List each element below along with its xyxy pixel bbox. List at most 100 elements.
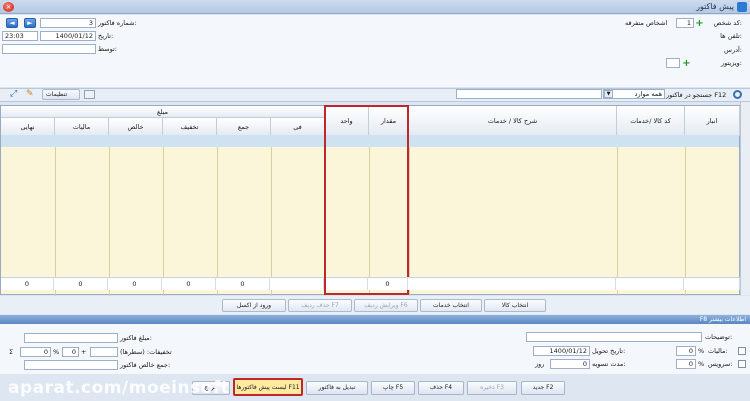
person-code-label: کد شخص:: [713, 19, 742, 27]
tax-checkbox[interactable]: [738, 347, 746, 355]
col-line: [55, 136, 56, 296]
col-line: [109, 136, 110, 296]
header-warehouse[interactable]: انبار: [685, 106, 740, 136]
more-info-header[interactable]: F8 اطلاعات بیشتر: [0, 315, 750, 324]
convert-label: تبدیل به فاکتور: [318, 384, 356, 391]
search-label: جستجو در فاکتور F12: [666, 91, 727, 99]
save-button[interactable]: ذخیره F3: [467, 381, 517, 395]
visitor-input[interactable]: [666, 58, 680, 68]
convert-to-invoice-button[interactable]: تبدیل به فاکتور: [306, 381, 368, 395]
select-goods-label: انتخاب کالا: [501, 302, 529, 309]
message-icon[interactable]: [84, 90, 95, 99]
date-input[interactable]: 1400/01/12: [40, 31, 96, 41]
grid-scrollbar[interactable]: [740, 102, 750, 295]
col-line: [685, 136, 686, 296]
date-label: تاریخ:: [98, 32, 114, 40]
total-discount: 0: [162, 277, 216, 290]
by-label: توسط:: [98, 45, 117, 53]
delivery-date-label: تاریخ تحویل:: [592, 347, 626, 355]
plus-sign: +: [81, 348, 87, 356]
window-title: پیش فاکتور: [696, 2, 734, 11]
arrow-right-icon: ►: [27, 19, 33, 27]
settle-input[interactable]: 0: [550, 359, 590, 369]
arrow-left-icon: ◄: [9, 19, 15, 27]
header-amount-group: مبلغ: [1, 106, 325, 118]
header-final[interactable]: نهایی: [1, 118, 55, 136]
close-button[interactable]: ×: [3, 2, 14, 12]
discount-percent: %: [53, 348, 60, 356]
col-line: [409, 136, 410, 296]
phone-label: تلفن ها:: [720, 32, 742, 40]
header-discount[interactable]: تخفیف: [163, 118, 217, 136]
more-info-title: F8 اطلاعات بیشتر: [699, 316, 746, 323]
expand-icon[interactable]: ⤢: [10, 90, 20, 99]
proforma-list-button[interactable]: لیست پیش فاکتورها F11: [233, 378, 303, 396]
wizard-icon[interactable]: ✎: [26, 90, 36, 99]
header-sum[interactable]: جمع: [217, 118, 271, 136]
invoice-number-input[interactable]: 3: [40, 18, 96, 28]
select-services-label: انتخاب خدمات: [433, 302, 469, 309]
service-percent: %: [698, 360, 705, 368]
invoice-number-label: شماره فاکتور:: [98, 19, 137, 27]
service-label: سرویس:: [708, 360, 733, 368]
edit-row-button[interactable]: ویرایش ردیف F6: [354, 299, 418, 312]
search-icon[interactable]: [733, 90, 742, 99]
total-description: [408, 277, 616, 290]
total-tax: 0: [54, 277, 108, 290]
col-line: [617, 136, 618, 296]
service-checkbox[interactable]: [738, 360, 746, 368]
description-label: توضیحات:: [705, 333, 733, 341]
total-net: 0: [108, 277, 162, 290]
total-fee: [270, 277, 324, 290]
col-line: [163, 136, 164, 296]
print-label: چاپ F5: [382, 384, 404, 391]
add-visitor-icon[interactable]: +: [682, 59, 691, 69]
discounts-label: تخفیفات: (سطرها): [120, 348, 172, 356]
save-label: ذخیره F3: [480, 384, 504, 391]
header-tax[interactable]: مالیات: [55, 118, 109, 136]
person-code-input[interactable]: 1: [676, 18, 694, 28]
header-fee[interactable]: فی: [271, 118, 325, 136]
col-line: [271, 136, 272, 296]
settle-unit: روز: [535, 360, 545, 368]
select-goods-button[interactable]: انتخاب کالا: [484, 299, 546, 312]
chevron-down-icon[interactable]: ▼: [604, 90, 613, 98]
settings-button[interactable]: تنظیمات: [42, 89, 80, 100]
header-description[interactable]: شرح کالا / خدمات: [409, 106, 617, 136]
search-input[interactable]: [456, 89, 602, 99]
visitor-label: ویزیتور:: [720, 59, 742, 67]
service-input[interactable]: 0: [676, 359, 696, 369]
close-icon: ×: [5, 3, 12, 11]
total-code: [616, 277, 684, 290]
delivery-date-input[interactable]: 1400/01/12: [533, 346, 590, 356]
time-input[interactable]: 23:03: [2, 31, 38, 41]
discount-amount-input[interactable]: 0: [62, 347, 79, 357]
delete-row-label: حذف ردیف F7: [301, 302, 339, 309]
discount-percent-input[interactable]: 0: [20, 347, 51, 357]
select-services-button[interactable]: انتخاب خدمات: [420, 299, 482, 312]
next-invoice-button[interactable]: ►: [24, 18, 36, 28]
total-warehouse: [684, 277, 740, 290]
watermark: aparat.com/moeinsoft: [8, 378, 230, 398]
delete-label: حذف F4: [429, 384, 453, 391]
total-quantity: 0: [368, 277, 408, 290]
header-net[interactable]: خالص: [109, 118, 163, 136]
delete-row-button[interactable]: حذف ردیف F7: [288, 299, 352, 312]
list-label: لیست پیش فاکتورها F11: [236, 384, 300, 391]
settle-label: مدت تسویه:: [592, 360, 626, 368]
tax-input[interactable]: 0: [676, 346, 696, 356]
by-input[interactable]: [2, 44, 96, 54]
add-person-icon[interactable]: +: [695, 19, 704, 29]
col-line: [217, 136, 218, 296]
title-bar: × پیش فاکتور: [0, 0, 750, 14]
total-final: 0: [1, 277, 54, 290]
header-code[interactable]: کد کالا /خدمات: [617, 106, 685, 136]
prev-invoice-button[interactable]: ◄: [6, 18, 18, 28]
delete-button[interactable]: حذف F4: [418, 381, 464, 395]
new-button[interactable]: جدید F2: [521, 381, 565, 395]
print-button[interactable]: چاپ F5: [371, 381, 415, 395]
excel-import-button[interactable]: ورود از اکسل: [222, 299, 286, 312]
sigma-icon[interactable]: Σ: [9, 348, 13, 356]
edit-row-label: ویرایش ردیف F6: [364, 302, 408, 309]
description-input[interactable]: [526, 332, 702, 342]
